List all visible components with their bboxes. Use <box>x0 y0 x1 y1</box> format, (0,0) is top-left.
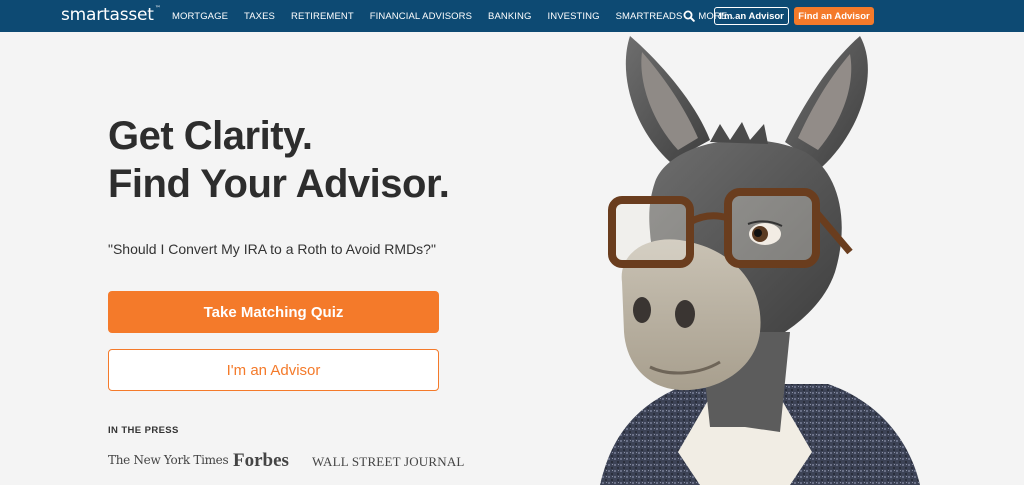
search-icon[interactable] <box>683 10 695 22</box>
hero-title: Get Clarity. Find Your Advisor. <box>108 112 450 208</box>
nyt-logo: The New York Times <box>108 453 229 467</box>
nav-link-financial-advisors[interactable]: FINANCIAL ADVISORS <box>370 11 472 22</box>
take-matching-quiz-button[interactable]: Take Matching Quiz <box>108 291 439 333</box>
nav-link-taxes[interactable]: TAXES <box>244 11 275 22</box>
nav-link-smartreads[interactable]: SMARTREADS <box>616 11 683 22</box>
logo-trademark: ™ <box>154 5 161 12</box>
top-navigation-bar: smartasset™ MORTGAGE TAXES RETIREMENT FI… <box>0 0 1024 32</box>
wsj-logo: WALL STREET JOURNAL <box>312 454 465 469</box>
donkey-mascot-image <box>600 36 920 485</box>
nav-links: MORTGAGE TAXES RETIREMENT FINANCIAL ADVI… <box>172 0 752 32</box>
nav-advisor-button[interactable]: I'm an Advisor <box>714 7 789 25</box>
hero-title-line1: Get Clarity. <box>108 114 313 158</box>
im-an-advisor-button[interactable]: I'm an Advisor <box>108 349 439 391</box>
nav-link-mortgage[interactable]: MORTGAGE <box>172 11 228 22</box>
nav-link-retirement[interactable]: RETIREMENT <box>291 11 354 22</box>
hero-title-line2: Find Your Advisor. <box>108 162 450 206</box>
nav-link-banking[interactable]: BANKING <box>488 11 531 22</box>
hero-question: "Should I Convert My IRA to a Roth to Av… <box>108 241 436 257</box>
press-label: IN THE PRESS <box>108 425 179 436</box>
smartasset-logo[interactable]: smartasset™ <box>61 5 161 25</box>
nav-link-investing[interactable]: INVESTING <box>548 11 600 22</box>
nav-find-advisor-button[interactable]: Find an Advisor <box>794 7 874 25</box>
logo-text: smartasset <box>61 5 154 25</box>
forbes-logo: Forbes <box>233 450 289 471</box>
